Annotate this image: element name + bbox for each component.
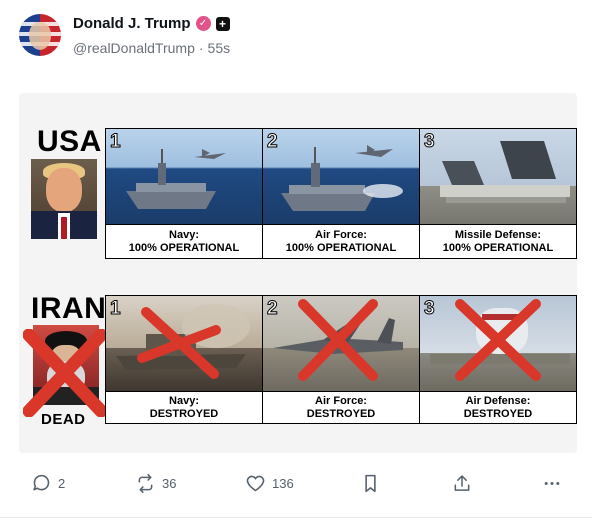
panel-number: 1 <box>110 298 122 320</box>
bookmark-icon <box>365 474 376 493</box>
panel-caption: Air Force: DESTROYED <box>263 391 419 423</box>
share-button[interactable] <box>452 473 472 494</box>
usa-panel-air-force: 2 Air Force: 100% OPERATIONAL <box>263 129 420 258</box>
red-cross-icon <box>23 329 107 417</box>
panel-number: 2 <box>267 298 279 320</box>
panel-caption: Air Defense: DESTROYED <box>420 391 576 423</box>
heart-icon <box>246 475 265 492</box>
author-name-row: Donald J. Trump ✓ + <box>73 15 230 32</box>
usa-panel-row: 1 Navy: 100% OPERATIONAL 2 Air Force: 10… <box>105 128 577 259</box>
panel-number: 1 <box>110 131 122 153</box>
destroyed-radar-image: 3 <box>420 296 576 391</box>
share-icon <box>454 475 470 491</box>
usa-panel-navy: 1 Navy: 100% OPERATIONAL <box>106 129 263 258</box>
bookmark-button[interactable] <box>361 473 380 494</box>
post-time[interactable]: 55s <box>208 40 231 56</box>
reply-button[interactable]: 2 <box>31 473 65 494</box>
author-display-name[interactable]: Donald J. Trump <box>73 15 191 32</box>
author-meta: @realDonaldTrump · 55s <box>73 40 230 56</box>
carrier-with-jet-image: 2 <box>263 129 419 224</box>
like-count: 136 <box>272 476 294 491</box>
aircraft-carrier-image: 1 <box>106 129 262 224</box>
iran-panel-air-defense: 3 Air Defense: DESTROYED <box>420 296 576 423</box>
panel-caption: Navy: DESTROYED <box>106 391 262 423</box>
author-handle[interactable]: @realDonaldTrump <box>73 40 195 56</box>
iran-panel-navy: 1 Navy: DESTROYED <box>106 296 263 423</box>
post-image[interactable]: USA 1 Navy: 100% OPERATIONAL 2 Air Force… <box>19 93 577 453</box>
missile-launcher-image: 3 <box>420 129 576 224</box>
verified-badge-icon: ✓ <box>195 16 211 31</box>
more-icon <box>544 482 560 485</box>
usa-portrait <box>31 159 97 239</box>
plus-badge-icon: + <box>215 16 230 31</box>
destroyed-ship-image: 1 <box>106 296 262 391</box>
panel-caption: Navy: 100% OPERATIONAL <box>106 224 262 258</box>
panel-number: 3 <box>424 298 436 320</box>
repost-icon <box>138 473 153 494</box>
action-bar: 2 36 136 <box>0 473 592 497</box>
destroyed-jet-image: 2 <box>263 296 419 391</box>
post: Donald J. Trump ✓ + @realDonaldTrump · 5… <box>0 0 592 522</box>
panel-number: 2 <box>267 131 279 153</box>
more-button[interactable] <box>542 473 562 494</box>
panel-caption: Air Force: 100% OPERATIONAL <box>263 224 419 258</box>
iran-label: IRAN <box>31 292 107 325</box>
panel-caption: Missile Defense: 100% OPERATIONAL <box>420 224 576 258</box>
repost-count: 36 <box>162 476 177 491</box>
meta-separator: · <box>198 40 204 56</box>
iran-panel-air-force: 2 Air Force: DESTROYED <box>263 296 420 423</box>
usa-panel-missile-defense: 3 Missile Defense: 100% OPERATIONAL <box>420 129 576 258</box>
panel-number: 3 <box>424 131 436 153</box>
like-button[interactable]: 136 <box>245 473 294 494</box>
reply-count: 2 <box>58 476 66 491</box>
repost-button[interactable]: 36 <box>135 473 176 494</box>
reply-icon <box>33 474 50 491</box>
iran-panel-row: 1 Navy: DESTROYED 2 Air Force: DESTROYED… <box>105 295 577 424</box>
post-divider <box>0 517 592 518</box>
author-avatar[interactable] <box>19 14 61 56</box>
usa-label: USA <box>37 125 102 158</box>
dead-label: DEAD <box>41 411 86 428</box>
